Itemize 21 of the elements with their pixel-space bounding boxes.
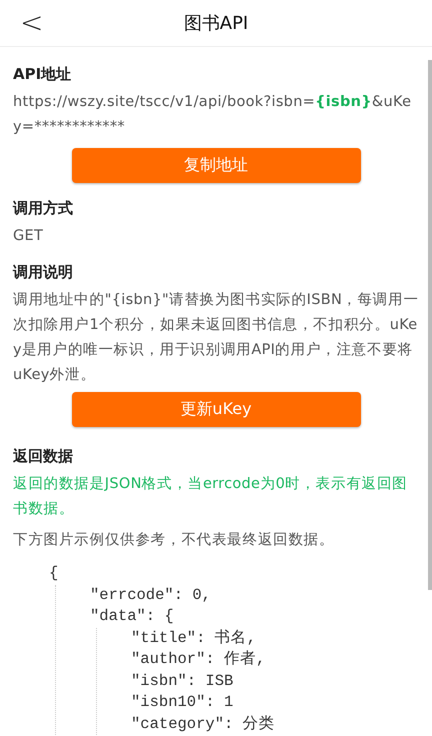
page-title: 图书API	[184, 12, 248, 35]
code-line: {	[49, 563, 60, 584]
code-line: "author": 作者,	[131, 649, 266, 670]
code-line: "data": {	[90, 606, 175, 627]
response-note: 返回的数据是JSON格式，当errcode为0时，表示有返回图书数据。	[13, 475, 409, 519]
code-line: "isbn": ISB	[131, 670, 234, 692]
copy-address-button[interactable]: 复制地址	[72, 148, 360, 183]
section-heading: API地址	[13, 65, 72, 84]
code-line: "errcode": 0,	[90, 584, 212, 606]
usage-description: 调用地址中的"{isbn}"请替换为图书实际的ISBN，每调用一次扣除用户1个积分，如果未返回图书信息，不扣积分。uKey是用户的唯一标识，用于识别调用API的用户，注意不要将uKey外泄。	[13, 290, 419, 385]
code-line: "title": 书名,	[131, 628, 258, 648]
section-heading: 调用说明	[13, 263, 74, 282]
back-button[interactable]: <	[14, 6, 50, 39]
example-hint: 下方图片示例仅供参考，不代表最终返回数据。	[13, 530, 336, 550]
code-line: "isbn10": 1	[131, 692, 234, 713]
code-line: "category": 分类	[131, 714, 276, 734]
method-value: GET	[13, 227, 44, 246]
api-url: https://wszy.site/tscc/v1/api/book?isbn={isbn}&uKe y=************	[13, 93, 412, 137]
refresh-ukey-button[interactable]: 更新uKey	[72, 392, 360, 427]
section-heading: 调用方式	[13, 199, 74, 218]
section-heading: 返回数据	[13, 447, 74, 466]
